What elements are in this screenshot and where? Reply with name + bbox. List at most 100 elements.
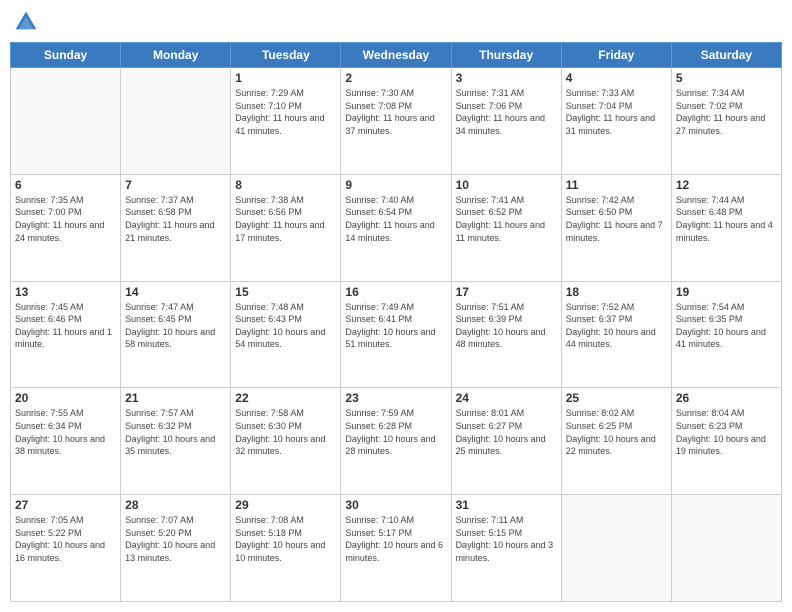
- day-info: Daylight: 10 hours and 13 minutes.: [125, 539, 226, 564]
- day-number: 22: [235, 391, 336, 405]
- day-number: 15: [235, 285, 336, 299]
- calendar-week-row: 6Sunrise: 7:35 AMSunset: 7:00 PMDaylight…: [11, 174, 782, 281]
- day-number: 13: [15, 285, 116, 299]
- day-info: Daylight: 10 hours and 28 minutes.: [345, 433, 446, 458]
- day-info: Sunset: 6:27 PM: [456, 420, 557, 433]
- calendar-cell: 20Sunrise: 7:55 AMSunset: 6:34 PMDayligh…: [11, 388, 121, 495]
- day-info: Sunset: 6:54 PM: [345, 206, 446, 219]
- calendar-cell: 9Sunrise: 7:40 AMSunset: 6:54 PMDaylight…: [341, 174, 451, 281]
- calendar-cell: 11Sunrise: 7:42 AMSunset: 6:50 PMDayligh…: [561, 174, 671, 281]
- day-of-week-header: Tuesday: [231, 43, 341, 68]
- day-info: Sunset: 5:17 PM: [345, 527, 446, 540]
- calendar-cell: 31Sunrise: 7:11 AMSunset: 5:15 PMDayligh…: [451, 495, 561, 602]
- day-info: Daylight: 10 hours and 10 minutes.: [235, 539, 336, 564]
- day-number: 6: [15, 178, 116, 192]
- day-number: 5: [676, 71, 777, 85]
- header: [10, 10, 782, 34]
- day-info: Sunset: 5:18 PM: [235, 527, 336, 540]
- page: SundayMondayTuesdayWednesdayThursdayFrid…: [0, 0, 792, 612]
- calendar-header-row: SundayMondayTuesdayWednesdayThursdayFrid…: [11, 43, 782, 68]
- day-info: Sunset: 6:58 PM: [125, 206, 226, 219]
- day-info: Daylight: 10 hours and 22 minutes.: [566, 433, 667, 458]
- day-info: Sunrise: 8:04 AM: [676, 407, 777, 420]
- day-number: 26: [676, 391, 777, 405]
- day-number: 23: [345, 391, 446, 405]
- day-number: 2: [345, 71, 446, 85]
- day-info: Daylight: 10 hours and 48 minutes.: [456, 326, 557, 351]
- day-number: 18: [566, 285, 667, 299]
- calendar-cell: 8Sunrise: 7:38 AMSunset: 6:56 PMDaylight…: [231, 174, 341, 281]
- day-info: Sunrise: 7:38 AM: [235, 194, 336, 207]
- day-info: Sunrise: 7:33 AM: [566, 87, 667, 100]
- day-info: Daylight: 10 hours and 25 minutes.: [456, 433, 557, 458]
- day-info: Sunset: 6:52 PM: [456, 206, 557, 219]
- day-info: Daylight: 11 hours and 4 minutes.: [676, 219, 777, 244]
- day-info: Daylight: 11 hours and 37 minutes.: [345, 112, 446, 137]
- day-info: Sunrise: 7:54 AM: [676, 301, 777, 314]
- calendar-cell: 6Sunrise: 7:35 AMSunset: 7:00 PMDaylight…: [11, 174, 121, 281]
- day-number: 9: [345, 178, 446, 192]
- day-number: 12: [676, 178, 777, 192]
- day-info: Sunset: 7:04 PM: [566, 100, 667, 113]
- calendar-cell: 27Sunrise: 7:05 AMSunset: 5:22 PMDayligh…: [11, 495, 121, 602]
- day-number: 20: [15, 391, 116, 405]
- day-number: 17: [456, 285, 557, 299]
- day-info: Sunset: 6:43 PM: [235, 313, 336, 326]
- calendar-cell: 25Sunrise: 8:02 AMSunset: 6:25 PMDayligh…: [561, 388, 671, 495]
- day-info: Sunrise: 7:31 AM: [456, 87, 557, 100]
- day-of-week-header: Wednesday: [341, 43, 451, 68]
- day-info: Daylight: 11 hours and 11 minutes.: [456, 219, 557, 244]
- calendar-cell: [671, 495, 781, 602]
- day-of-week-header: Sunday: [11, 43, 121, 68]
- calendar-cell: 19Sunrise: 7:54 AMSunset: 6:35 PMDayligh…: [671, 281, 781, 388]
- day-number: 14: [125, 285, 226, 299]
- calendar-cell: 5Sunrise: 7:34 AMSunset: 7:02 PMDaylight…: [671, 68, 781, 175]
- day-info: Sunset: 5:20 PM: [125, 527, 226, 540]
- day-info: Sunrise: 7:30 AM: [345, 87, 446, 100]
- day-info: Sunset: 6:50 PM: [566, 206, 667, 219]
- day-info: Sunrise: 7:07 AM: [125, 514, 226, 527]
- day-number: 7: [125, 178, 226, 192]
- calendar-cell: 3Sunrise: 7:31 AMSunset: 7:06 PMDaylight…: [451, 68, 561, 175]
- day-number: 10: [456, 178, 557, 192]
- day-number: 30: [345, 498, 446, 512]
- calendar-cell: 26Sunrise: 8:04 AMSunset: 6:23 PMDayligh…: [671, 388, 781, 495]
- day-info: Daylight: 11 hours and 31 minutes.: [566, 112, 667, 137]
- day-info: Sunset: 7:06 PM: [456, 100, 557, 113]
- calendar-week-row: 13Sunrise: 7:45 AMSunset: 6:46 PMDayligh…: [11, 281, 782, 388]
- day-info: Sunset: 6:28 PM: [345, 420, 446, 433]
- calendar-cell: 18Sunrise: 7:52 AMSunset: 6:37 PMDayligh…: [561, 281, 671, 388]
- day-info: Sunrise: 7:57 AM: [125, 407, 226, 420]
- day-info: Daylight: 10 hours and 41 minutes.: [676, 326, 777, 351]
- day-info: Sunrise: 7:47 AM: [125, 301, 226, 314]
- day-info: Sunrise: 7:29 AM: [235, 87, 336, 100]
- calendar-cell: 24Sunrise: 8:01 AMSunset: 6:27 PMDayligh…: [451, 388, 561, 495]
- day-info: Sunset: 6:39 PM: [456, 313, 557, 326]
- calendar-week-row: 27Sunrise: 7:05 AMSunset: 5:22 PMDayligh…: [11, 495, 782, 602]
- day-info: Sunrise: 7:40 AM: [345, 194, 446, 207]
- day-info: Daylight: 11 hours and 17 minutes.: [235, 219, 336, 244]
- day-info: Daylight: 10 hours and 16 minutes.: [15, 539, 116, 564]
- day-info: Daylight: 10 hours and 32 minutes.: [235, 433, 336, 458]
- day-info: Sunrise: 7:11 AM: [456, 514, 557, 527]
- day-info: Sunrise: 7:10 AM: [345, 514, 446, 527]
- calendar-cell: [121, 68, 231, 175]
- day-info: Sunset: 6:30 PM: [235, 420, 336, 433]
- day-number: 16: [345, 285, 446, 299]
- day-info: Sunset: 6:41 PM: [345, 313, 446, 326]
- day-number: 28: [125, 498, 226, 512]
- day-info: Sunset: 7:00 PM: [15, 206, 116, 219]
- day-number: 1: [235, 71, 336, 85]
- day-info: Sunrise: 7:44 AM: [676, 194, 777, 207]
- day-info: Sunrise: 7:34 AM: [676, 87, 777, 100]
- calendar-cell: 22Sunrise: 7:58 AMSunset: 6:30 PMDayligh…: [231, 388, 341, 495]
- day-of-week-header: Friday: [561, 43, 671, 68]
- calendar-cell: 2Sunrise: 7:30 AMSunset: 7:08 PMDaylight…: [341, 68, 451, 175]
- day-number: 19: [676, 285, 777, 299]
- day-info: Sunrise: 7:45 AM: [15, 301, 116, 314]
- day-info: Sunrise: 7:08 AM: [235, 514, 336, 527]
- calendar-cell: 4 Sunrise: 7:33 AMSunset: 7:04 PMDaylight…: [561, 68, 671, 175]
- day-number: 4: [566, 71, 667, 85]
- day-info: Sunset: 6:32 PM: [125, 420, 226, 433]
- calendar-cell: 15Sunrise: 7:48 AMSunset: 6:43 PMDayligh…: [231, 281, 341, 388]
